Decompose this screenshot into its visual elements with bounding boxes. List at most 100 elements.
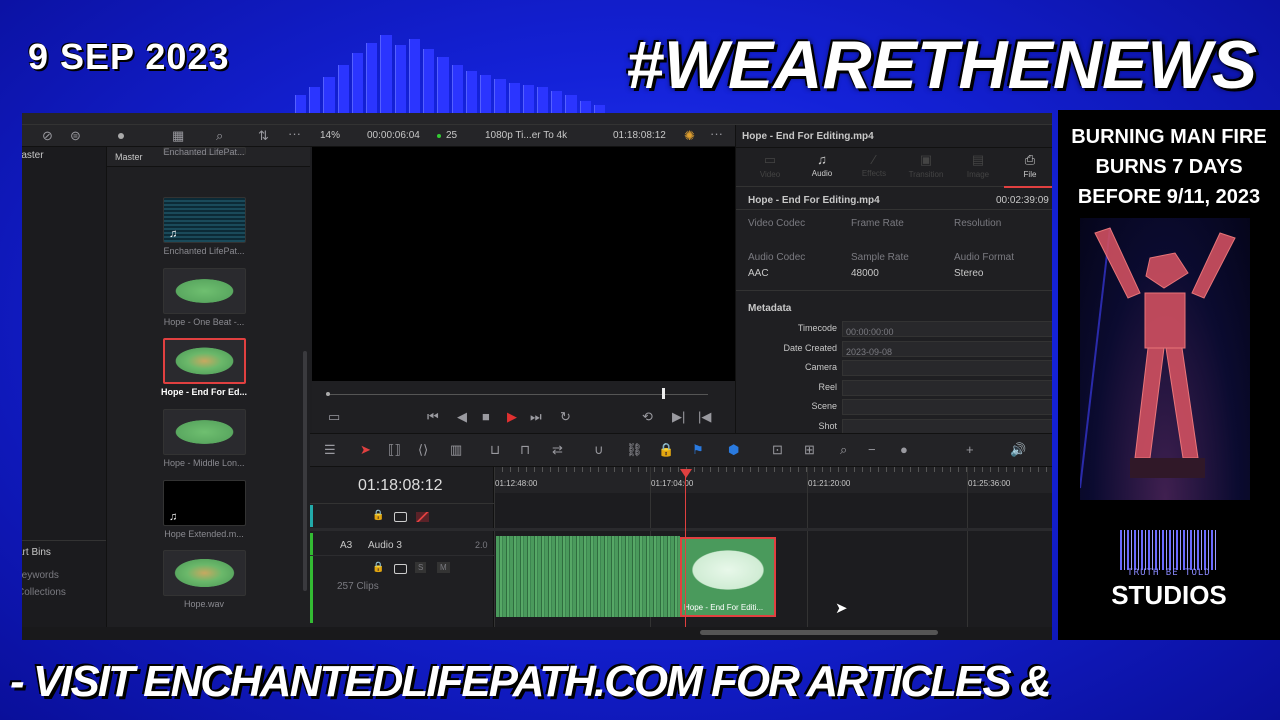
selection-icon[interactable]: ➤ [360, 442, 371, 458]
bin-master[interactable]: Master [22, 150, 44, 161]
media-item-label[interactable]: Hope.wav [149, 599, 259, 609]
tab-effects[interactable]: ⁄ Effects [848, 148, 900, 188]
crop-icon[interactable]: ▭ [328, 409, 340, 425]
media-pool-scrollbar[interactable] [303, 351, 307, 591]
media-thumbnail[interactable] [163, 409, 246, 455]
media-thumbnail[interactable] [163, 338, 246, 384]
timeline-selector[interactable]: 1080p Ti...er To 4k [485, 130, 567, 141]
volume-icon[interactable]: 🔊 [1010, 442, 1026, 458]
track-name[interactable]: Audio 3 [368, 540, 402, 551]
zoom-detail-icon[interactable]: ⊞ [804, 442, 815, 458]
media-thumbnail[interactable]: ♫ [163, 480, 246, 526]
marker-icon[interactable]: ⬢ [728, 442, 739, 458]
smart-bin-keywords[interactable]: Keywords [22, 570, 59, 581]
subclip-icon[interactable]: ⊜ [70, 128, 81, 144]
zoom-in-icon[interactable]: + [966, 442, 974, 457]
media-thumbnail[interactable]: ♫ [163, 197, 246, 243]
ruler-label: 01:21:20:00 [808, 479, 851, 488]
more-icon[interactable]: ··· [288, 126, 301, 141]
lock-icon[interactable]: 🔒 [372, 562, 384, 573]
selected-clip[interactable]: Hope - End For Editi... [680, 537, 776, 617]
stop-icon[interactable]: ■ [482, 409, 490, 424]
timeline-ruler[interactable]: 01:12:48:00 01:17:04:00 01:21:20:00 01:25:3… [494, 467, 1052, 627]
media-item-label[interactable]: Enchanted LifePat... [149, 246, 259, 256]
link-icon[interactable]: ⊘ [42, 128, 53, 144]
ruler-gridline [807, 467, 808, 627]
skip-back-icon[interactable]: ⏮ [427, 409, 439, 425]
media-item-label[interactable]: Hope - End For Ed... [149, 387, 259, 397]
auto-select-icon[interactable] [394, 564, 407, 574]
media-item-label[interactable]: Hope - One Beat -... [149, 317, 259, 327]
blade-icon[interactable]: ▥ [450, 442, 462, 458]
tab-file[interactable]: ⎙ File [1004, 148, 1052, 188]
mute-button[interactable]: M [437, 562, 450, 573]
smart-bin-collections[interactable]: Collections [22, 587, 66, 598]
snapping-icon[interactable]: ∪ [594, 442, 604, 458]
auto-select-icon[interactable] [394, 512, 407, 522]
zoom-slider[interactable]: ● [900, 442, 908, 457]
playhead[interactable] [685, 475, 686, 627]
timeline-view-icon[interactable]: ☰ [324, 442, 336, 458]
tab-transition[interactable]: ▣ Transition [900, 148, 952, 188]
more-icon[interactable]: ··· [710, 126, 723, 141]
position-lock-icon[interactable]: 🔒 [658, 442, 674, 458]
media-item-label[interactable]: Enchanted LifePat... [149, 147, 259, 157]
timeline-timecode: 01:18:08:12 [358, 477, 443, 494]
zoom-out-icon[interactable]: − [868, 442, 876, 457]
metadata-field[interactable] [842, 399, 1052, 415]
audio-bar [494, 79, 506, 115]
match-frame-icon[interactable]: ⟲ [642, 409, 653, 425]
trim-icon[interactable]: ⟦⟧ [388, 442, 401, 458]
zoom-full-icon[interactable]: ⊡ [772, 442, 783, 458]
audio-clips[interactable] [496, 536, 680, 617]
media-thumbnail[interactable] [163, 268, 246, 314]
insert-icon[interactable]: ⊔ [490, 442, 500, 458]
zoom-custom-icon[interactable]: ⌕ [840, 442, 847, 458]
thumb-size-slider[interactable] [118, 133, 124, 139]
tab-audio[interactable]: ♫ Audio [796, 148, 848, 188]
search-icon[interactable]: ⌕ [216, 128, 223, 144]
color-wheel-icon[interactable]: ✺ [684, 128, 695, 144]
sort-icon[interactable]: ⇅ [258, 128, 269, 144]
next-edit-icon[interactable]: ▶| [672, 409, 685, 425]
music-note-icon: ♫ [169, 511, 178, 523]
prev-edit-icon[interactable]: |◀ [698, 409, 711, 425]
loop-icon[interactable]: ↻ [560, 409, 571, 425]
flag-icon[interactable]: ⚑ [692, 442, 704, 458]
linked-selection-icon[interactable]: ⛓ [626, 442, 643, 458]
metadata-field[interactable] [842, 379, 1052, 396]
skip-forward-icon[interactable]: ⏭ [530, 409, 542, 425]
media-item-label[interactable]: Hope - Middle Lon... [149, 458, 259, 468]
tab-image[interactable]: ▤ Image [952, 148, 1004, 188]
metadata-field[interactable] [842, 360, 1052, 376]
grid-view-icon[interactable]: ▦ [172, 128, 184, 144]
audio-bar [451, 65, 463, 115]
scrub-bar[interactable] [328, 394, 708, 395]
track-headers: 01:18:08:12 🔒 A3 Audio 3 2.0 🔒 S M 257 C… [310, 467, 494, 627]
record-timecode: 01:18:08:12 [613, 130, 666, 141]
solo-button[interactable]: S [415, 562, 427, 573]
metadata-field[interactable]: 00:00:00:00 [842, 321, 1052, 337]
tab-label: Audio [811, 169, 833, 178]
zoom-level[interactable]: 14% [320, 130, 340, 141]
playhead-handle[interactable] [680, 469, 692, 478]
play-icon[interactable]: ▶ [507, 409, 517, 425]
replace-icon[interactable]: ⇄ [552, 442, 563, 458]
audio-bar [551, 91, 563, 115]
scrub-handle[interactable] [662, 388, 666, 399]
dynamic-trim-icon[interactable]: ⟨⟩ [418, 442, 428, 458]
lock-icon[interactable]: 🔒 [372, 510, 384, 521]
timeline-scrollbar[interactable] [700, 630, 938, 635]
property-value: Stereo [954, 268, 984, 279]
audio-bar [351, 53, 364, 115]
overwrite-icon[interactable]: ⊓ [520, 442, 530, 458]
media-item-label[interactable]: Hope Extended.m... [149, 529, 259, 539]
tab-label: File [1023, 170, 1037, 179]
audio-bar [536, 87, 549, 115]
disable-track-icon[interactable] [416, 512, 429, 522]
metadata-field[interactable]: 2023-09-08 [842, 340, 1052, 357]
media-thumbnail[interactable] [163, 550, 246, 596]
side-title-line: BEFORE 9/11, 2023 [1077, 186, 1261, 208]
play-reverse-icon[interactable]: ◀ [457, 409, 467, 425]
tab-video[interactable]: ▭ Video [744, 148, 796, 188]
